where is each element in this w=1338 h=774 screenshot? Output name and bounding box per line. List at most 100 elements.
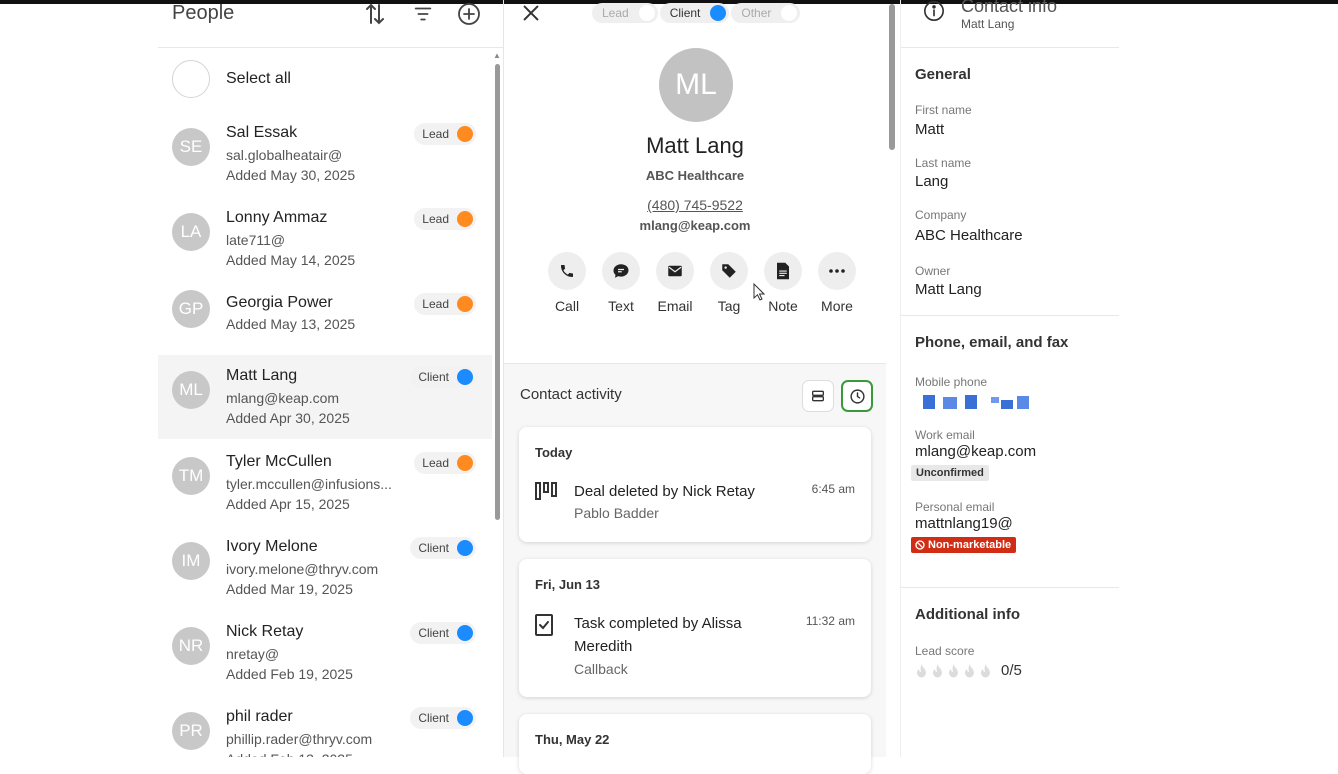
- lead-score-value: 0/5: [1001, 662, 1022, 679]
- company-value[interactable]: ABC Healthcare: [915, 227, 1023, 244]
- list-view-button[interactable]: [802, 380, 834, 412]
- mobile-phone-redacted[interactable]: [921, 395, 1033, 411]
- contact-row[interactable]: IM Ivory Melone ivory.melone@thryv.com Adde…: [158, 526, 492, 610]
- status-dot: [457, 540, 473, 556]
- status-label: Client: [418, 711, 449, 725]
- contact-detail-panel: Lead Client Other ML Matt Lang ABC Healthc…: [504, 0, 898, 774]
- contact-email: phillip.rader@thryv.com: [226, 731, 373, 747]
- contact-avatar: GP: [172, 290, 210, 328]
- contact-avatar: PR: [172, 712, 210, 750]
- flame-icon: [947, 663, 960, 679]
- more-button[interactable]: More: [810, 252, 864, 314]
- contact-email: mlang@keap.com: [226, 390, 340, 406]
- text-button[interactable]: Text: [594, 252, 648, 314]
- owner-label: Owner: [915, 264, 951, 278]
- status-chip[interactable]: Lead: [414, 208, 476, 230]
- status-chip[interactable]: Lead: [414, 452, 476, 474]
- contact-row[interactable]: LA Lonny Ammaz late711@ Added May 14, 2025 L…: [158, 197, 492, 281]
- contact-row[interactable]: GP Georgia Power Added May 13, 2025 Lead: [158, 282, 492, 366]
- status-toggle-other[interactable]: Other: [731, 3, 801, 23]
- contact-row[interactable]: SE Sal Essak sal.globalheatair@ Added May 3…: [158, 112, 492, 196]
- list-view-icon: [812, 390, 824, 402]
- toggle-label: Other: [741, 6, 772, 20]
- contact-added-date: Added Apr 30, 2025: [226, 410, 350, 426]
- block-icon: [915, 540, 925, 550]
- contact-list: Select all SE Sal Essak sal.globalheatair@…: [158, 50, 492, 757]
- contact-avatar: ML: [172, 371, 210, 409]
- contact-added-date: Added Apr 15, 2025: [226, 496, 350, 512]
- contact-info-panel: Contact info Matt Lang General First nam…: [900, 0, 1119, 757]
- contact-added-date: Added May 30, 2025: [226, 167, 356, 183]
- tag-icon: [710, 252, 748, 290]
- activity-date: Thu, May 22: [535, 732, 610, 747]
- status-label: Lead: [422, 212, 449, 226]
- more-icon: [818, 252, 856, 290]
- status-chip[interactable]: Client: [410, 537, 476, 559]
- work-email-label: Work email: [915, 428, 975, 442]
- status-dot: [457, 126, 473, 142]
- contact-added-date: Added May 14, 2025: [226, 252, 356, 268]
- activity-card[interactable]: Today Deal deleted by Nick Retay Pablo B…: [519, 427, 871, 542]
- last-name-value[interactable]: Lang: [915, 173, 948, 190]
- personal-email-value[interactable]: mattnlang19@: [915, 515, 1013, 532]
- contact-email: ivory.melone@thryv.com: [226, 561, 379, 577]
- status-chip[interactable]: Client: [410, 707, 476, 729]
- status-chip[interactable]: Lead: [414, 293, 476, 315]
- contact-phone-link[interactable]: (480) 745-9522: [504, 197, 886, 213]
- divider: [901, 587, 1119, 588]
- status-dot: [457, 296, 473, 312]
- first-name-value[interactable]: Matt: [915, 121, 944, 138]
- filter-icon[interactable]: [411, 2, 435, 26]
- status-dot: [457, 211, 473, 227]
- contact-avatar: TM: [172, 457, 210, 495]
- status-toggle-client[interactable]: Client: [659, 3, 730, 23]
- select-all-checkbox[interactable]: [172, 60, 210, 98]
- people-title: People: [172, 2, 235, 24]
- activity-card[interactable]: Fri, Jun 13 Task completed by Alissa Mer…: [519, 559, 871, 697]
- contact-name: Matt Lang: [226, 367, 298, 384]
- activity-time: 6:45 am: [811, 482, 855, 496]
- contact-email: mlang@keap.com: [639, 218, 751, 233]
- activity-time: 11:32 am: [805, 614, 855, 628]
- contact-email: tyler.mccullen@infusions...: [226, 476, 392, 492]
- close-icon[interactable]: [520, 2, 542, 24]
- contact-row[interactable]: NR Nick Retay nretay@ Added Feb 19, 2025 Cli…: [158, 611, 492, 695]
- phone-icon: [548, 252, 586, 290]
- detail-scrollbar[interactable]: [889, 4, 895, 150]
- people-header: People: [158, 0, 504, 48]
- status-toggle-lead[interactable]: Lead: [592, 3, 658, 23]
- contact-row[interactable]: TM Tyler McCullen tyler.mccullen@infusions…: [158, 441, 492, 525]
- add-contact-icon[interactable]: [457, 2, 481, 26]
- email-button[interactable]: Email: [648, 252, 702, 314]
- status-dot: [457, 369, 473, 385]
- timeline-view-button[interactable]: [841, 380, 873, 412]
- status-chip[interactable]: Client: [410, 366, 476, 388]
- contact-row[interactable]: PR phil rader phillip.rader@thryv.com Added…: [158, 696, 492, 757]
- lead-score-rating[interactable]: 0/5: [915, 662, 1022, 679]
- contact-row[interactable]: ML Matt Lang mlang@keap.com Added Apr 30, 2…: [158, 355, 492, 439]
- contact-company: ABC Healthcare: [645, 168, 745, 183]
- sort-icon[interactable]: [363, 2, 387, 26]
- call-button[interactable]: Call: [540, 252, 594, 314]
- lead-score-label: Lead score: [915, 644, 975, 658]
- work-email-value[interactable]: mlang@keap.com: [915, 443, 1036, 460]
- owner-value[interactable]: Matt Lang: [915, 281, 982, 298]
- contact-avatar: IM: [172, 542, 210, 580]
- activity-card[interactable]: Thu, May 22: [519, 714, 871, 774]
- personal-email-label: Personal email: [915, 500, 995, 514]
- contact-name: Ivory Melone: [226, 538, 318, 555]
- tag-button[interactable]: Tag: [702, 252, 756, 314]
- general-section-title: General: [915, 66, 971, 83]
- scroll-up-arrow[interactable]: ▲: [493, 51, 501, 60]
- status-chip[interactable]: Lead: [414, 123, 476, 145]
- task-icon: [535, 614, 557, 636]
- flame-icon: [931, 663, 944, 679]
- flame-icon: [915, 663, 928, 679]
- list-scrollbar[interactable]: [495, 64, 500, 520]
- status-chip[interactable]: Client: [410, 622, 476, 644]
- toggle-knob: [781, 5, 798, 21]
- status-dot: [457, 710, 473, 726]
- select-all-row[interactable]: Select all: [158, 58, 492, 102]
- activity-title-text: Deal deleted by Nick Retay: [574, 483, 755, 500]
- toggle-knob: [638, 5, 655, 21]
